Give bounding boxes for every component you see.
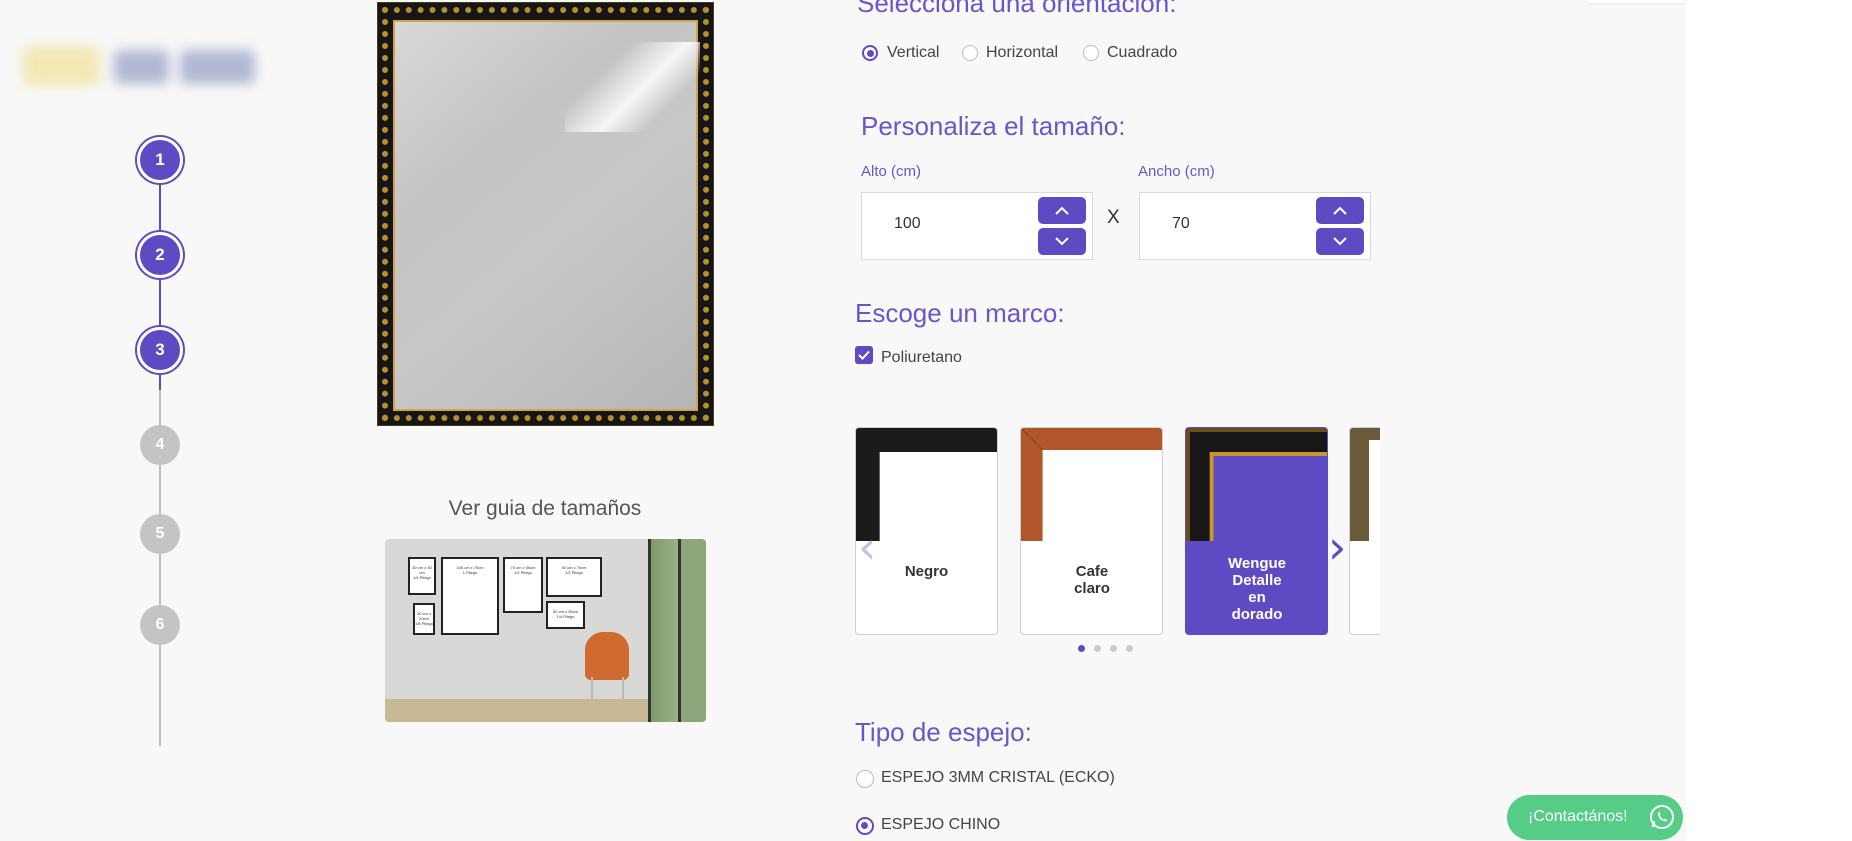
- check-icon: [858, 350, 870, 360]
- frame-option-negro[interactable]: Negro: [855, 427, 998, 635]
- window-photo: [648, 539, 706, 722]
- guide-frame: 30 cm x 30 cm 1/4 Pliego: [408, 557, 436, 595]
- guide-frame: 50 cm x 70cm 1/2 Pliego: [546, 557, 602, 597]
- carousel-dot-4[interactable]: [1126, 645, 1133, 652]
- ancho-value[interactable]: 70: [1172, 215, 1190, 233]
- frame-option-cafe-claro[interactable]: Cafe claro: [1020, 427, 1163, 635]
- guide-frame-pliego: 1/2 Pliego: [565, 570, 583, 575]
- frame-heading: Escoge un marco:: [855, 298, 1065, 328]
- alto-input[interactable]: 100: [861, 192, 1093, 260]
- step-6[interactable]: 6: [140, 605, 180, 645]
- frame-name: Wengue Detalle en dorado: [1227, 555, 1287, 623]
- page-background: [0, 0, 1686, 841]
- chevron-up-icon: [1055, 206, 1069, 215]
- mirror-radio-chino[interactable]: [856, 817, 874, 835]
- orientation-radio-cuadrado[interactable]: [1083, 45, 1099, 61]
- header-edge: [1587, 0, 1683, 3]
- poliuretano-checkbox[interactable]: [855, 346, 873, 364]
- orientation-radio-vertical[interactable]: [862, 45, 878, 61]
- mirror-label-ecko[interactable]: ESPEJO 3MM CRISTAL (ECKO): [881, 769, 1115, 787]
- step-2[interactable]: 2: [137, 232, 183, 278]
- carousel-prev-arrow-icon[interactable]: ‹: [858, 524, 876, 570]
- poliuretano-label[interactable]: Poliuretano: [881, 349, 962, 367]
- guide-frame: 50 cm x 35cm 1/4 Pliego: [546, 601, 585, 629]
- mirror-preview: [377, 2, 714, 426]
- orientation-label-cuadrado[interactable]: Cuadrado: [1107, 44, 1177, 62]
- ancho-input[interactable]: 70: [1139, 192, 1371, 260]
- size-heading: Personaliza el tamaño:: [861, 111, 1126, 141]
- size-guide-image[interactable]: 30 cm x 30 cm 1/4 Pliego 100 cm x 70cm 1 P…: [385, 539, 706, 722]
- ancho-decrement-button[interactable]: [1316, 228, 1364, 255]
- brand-logo[interactable]: [22, 38, 257, 96]
- chevron-down-icon: [1055, 237, 1069, 246]
- alto-value[interactable]: 100: [894, 215, 921, 233]
- step-1[interactable]: 1: [137, 137, 183, 183]
- frame-option-partial[interactable]: [1349, 427, 1380, 635]
- frame-name: Cafe claro: [1074, 563, 1110, 597]
- alto-increment-button[interactable]: [1038, 197, 1086, 224]
- carousel-dot-1[interactable]: [1078, 645, 1085, 652]
- guide-frame: 100 cm x 70cm 1 Pliego: [441, 557, 499, 635]
- mirror-glass: [393, 20, 700, 411]
- frame-option-wengue-detalle-dorado[interactable]: Wengue Detalle en dorado: [1185, 427, 1328, 635]
- orientation-label-vertical[interactable]: Vertical: [887, 44, 939, 62]
- ancho-label: Ancho (cm): [1138, 163, 1215, 180]
- step-3[interactable]: 3: [137, 327, 183, 373]
- step-4[interactable]: 4: [140, 425, 180, 465]
- frame-swatch-partial: [1350, 428, 1380, 541]
- carousel-dot-3[interactable]: [1110, 645, 1117, 652]
- frame-swatch-cafe-claro: [1021, 428, 1162, 541]
- contact-label: ¡Contactános!: [1528, 808, 1628, 825]
- size-separator: X: [1107, 207, 1120, 228]
- mirror-radio-ecko[interactable]: [856, 770, 874, 788]
- frame-carousel: Negro Cafe claro Wengue Detalle en dorado: [855, 427, 1380, 639]
- alto-decrement-button[interactable]: [1038, 228, 1086, 255]
- step-5[interactable]: 5: [140, 514, 180, 554]
- mirror-label-chino[interactable]: ESPEJO CHINO: [881, 816, 1000, 834]
- whatsapp-icon: [1650, 805, 1674, 829]
- orientation-heading: Selecciona una orientación:: [857, 0, 1177, 18]
- orientation-label-horizontal[interactable]: Horizontal: [986, 44, 1058, 62]
- frame-name: Negro: [904, 563, 949, 580]
- guide-frame-pliego: 1/4 Pliego: [413, 575, 431, 580]
- size-guide-link[interactable]: Ver guia de tamaños: [390, 497, 700, 521]
- guide-frame-size: 30 cm x 20cm: [416, 611, 431, 621]
- chevron-up-icon: [1333, 206, 1347, 215]
- chair-photo: [585, 632, 629, 680]
- alto-label: Alto (cm): [861, 163, 921, 180]
- guide-frame-pliego: 1/8 Pliego: [415, 621, 433, 626]
- carousel-dot-2[interactable]: [1094, 645, 1101, 652]
- mirror-type-heading: Tipo de espejo:: [855, 717, 1032, 747]
- guide-frame-pliego: 1/2 Pliego: [514, 570, 532, 575]
- orientation-radio-horizontal[interactable]: [962, 45, 978, 61]
- whatsapp-contact-button[interactable]: ¡Contactános!: [1507, 795, 1683, 840]
- frame-swatch-negro: [856, 428, 997, 541]
- chevron-down-icon: [1333, 237, 1347, 246]
- guide-frame: 30 cm x 20cm 1/8 Pliego: [413, 603, 435, 635]
- guide-frame: 70 cm x 50cm 1/2 Pliego: [503, 557, 543, 613]
- guide-frame-size: 30 cm x 30 cm: [412, 565, 432, 575]
- carousel-next-arrow-icon[interactable]: ›: [1328, 524, 1346, 570]
- frame-swatch-wengue: [1186, 428, 1327, 541]
- guide-frame-pliego: 1 Pliego: [462, 570, 478, 575]
- ancho-increment-button[interactable]: [1316, 197, 1364, 224]
- guide-frame-pliego: 1/4 Pliego: [556, 614, 575, 619]
